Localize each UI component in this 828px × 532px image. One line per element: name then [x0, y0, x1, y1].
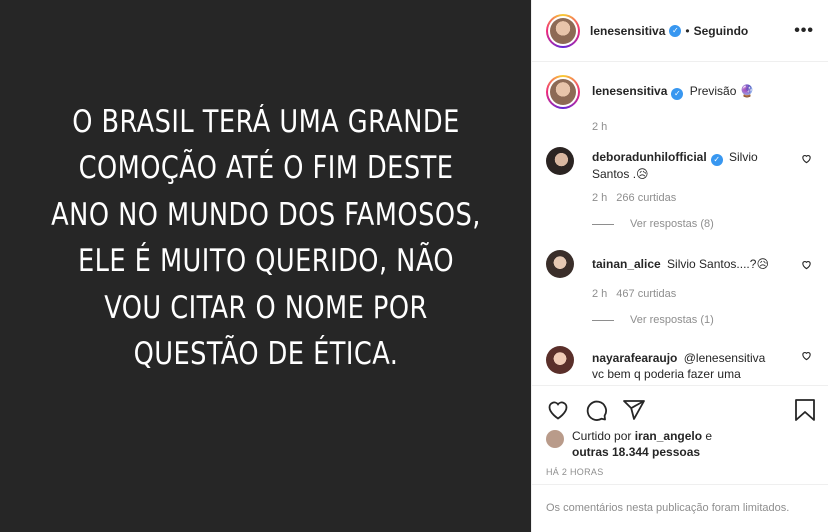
comments-limited-notice: Os comentários nesta publicação foram li… — [532, 484, 828, 514]
comment-username[interactable]: tainan_alice — [592, 257, 661, 271]
comment-username[interactable]: deboradunhilofficial — [592, 150, 707, 164]
view-replies-label: Ver respostas (1) — [630, 314, 714, 326]
comment-like-icon[interactable] — [801, 350, 812, 361]
caption-username[interactable]: lenesensitiva — [592, 84, 667, 98]
comment-item: deboradunhilofficial ✓ Silvio Santos .😥 — [546, 147, 814, 182]
likes-others[interactable]: outras 18.344 pessoas — [572, 445, 700, 459]
post-timestamp[interactable]: HÁ 2 HORAS — [546, 467, 604, 477]
post-media[interactable]: O BRASIL TERÁ UMA GRANDE COMOÇÃO ATÉ O F… — [0, 0, 531, 532]
caption-row: lenesensitiva ✓ Previsão 🔮 — [546, 63, 814, 109]
comment-likes[interactable]: 467 curtidas — [616, 288, 676, 300]
more-options-icon[interactable]: ••• — [794, 22, 814, 40]
view-replies-label: Ver respostas (8) — [630, 218, 714, 230]
comment-time: 2 h — [592, 192, 608, 204]
sad-face-icon: 😥 — [756, 257, 769, 271]
liker-username[interactable]: iran_angelo — [635, 429, 702, 443]
following-button[interactable]: Seguindo — [694, 24, 749, 38]
comment-avatar[interactable] — [546, 147, 574, 175]
likes-summary: Curtido por iran_angelo e outras 18.344 … — [546, 428, 712, 460]
comment-meta: 2 h 467 curtidas — [592, 288, 814, 300]
action-bar — [546, 396, 816, 424]
divider — [532, 385, 828, 386]
separator-dot: • — [685, 23, 690, 38]
post-viewer: O BRASIL TERÁ UMA GRANDE COMOÇÃO ATÉ O F… — [0, 0, 828, 532]
comment-avatar[interactable] — [546, 250, 574, 278]
like-icon[interactable] — [546, 398, 570, 422]
comment-like-icon[interactable] — [801, 153, 812, 164]
comment-username[interactable]: nayarafearaujo — [592, 351, 677, 365]
post-side-panel: lenesensitiva ✓ • Seguindo ••• lenesensi… — [531, 0, 828, 532]
likes-connector: e — [705, 429, 713, 443]
verified-icon: ✓ — [710, 154, 723, 166]
caption-avatar[interactable] — [546, 75, 580, 109]
save-icon[interactable] — [794, 398, 816, 422]
post-header: lenesensitiva ✓ • Seguindo ••• — [532, 0, 828, 62]
media-text: O BRASIL TERÁ UMA GRANDE COMOÇÃO ATÉ O F… — [50, 103, 481, 373]
share-icon[interactable] — [622, 398, 646, 422]
comment-item: nayarafearaujo @lenesensitiva vc bem q p… — [546, 346, 814, 382]
liker-avatar[interactable] — [546, 430, 564, 448]
comment-item: tainan_alice Silvio Santos....?😥 — [546, 250, 814, 278]
liked-by-prefix: Curtido por — [572, 429, 632, 443]
comment-avatar[interactable] — [546, 346, 574, 374]
replies-divider — [592, 223, 614, 225]
verified-icon: ✓ — [671, 88, 684, 100]
view-replies-button[interactable]: Ver respostas (8) — [592, 218, 814, 230]
sad-face-icon: 😥 — [636, 167, 649, 181]
comment-text: Silvio Santos....? — [667, 257, 757, 271]
comment-likes[interactable]: 266 curtidas — [616, 192, 676, 204]
verified-icon: ✓ — [669, 24, 682, 37]
comments-list[interactable]: lenesensitiva ✓ Previsão 🔮 2 h deboradunh… — [532, 63, 828, 385]
view-replies-button[interactable]: Ver respostas (1) — [592, 314, 814, 326]
comment-meta: 2 h 266 curtidas — [592, 192, 814, 204]
comment-icon[interactable] — [584, 398, 608, 422]
caption-text: Previsão — [689, 84, 737, 98]
crystal-ball-icon: 🔮 — [739, 84, 755, 98]
comment-time: 2 h — [592, 288, 608, 300]
caption-time: 2 h — [592, 121, 608, 133]
replies-divider — [592, 319, 614, 321]
author-username[interactable]: lenesensitiva — [590, 24, 665, 38]
author-avatar[interactable] — [546, 13, 580, 48]
comment-like-icon[interactable] — [801, 259, 812, 270]
